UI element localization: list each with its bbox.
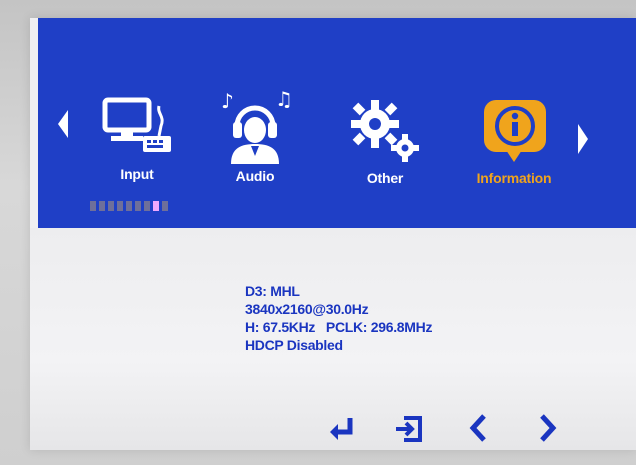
exit-button[interactable] — [394, 412, 426, 444]
scroll-left-arrow-icon[interactable] — [58, 110, 68, 138]
previous-button[interactable] — [464, 412, 496, 444]
page-dot — [162, 201, 168, 211]
computer-keyboard-icon — [102, 97, 171, 152]
tab-other[interactable]: Other — [340, 96, 430, 186]
exit-icon — [396, 416, 422, 442]
headphones-person-icon: ♪ ♫ — [221, 87, 293, 164]
tab-input-label: Input — [120, 166, 154, 182]
osd-menu — [30, 18, 636, 450]
page-indicator — [90, 201, 168, 211]
gears-icon — [351, 100, 419, 162]
chevron-left-icon — [469, 414, 486, 442]
tab-audio[interactable]: ♪ ♫ Audio — [210, 86, 300, 184]
tab-audio-label: Audio — [235, 168, 275, 184]
svg-text:♪: ♪ — [221, 89, 234, 113]
page-dot — [90, 201, 96, 211]
enter-icon — [330, 418, 353, 440]
monitor-screen: Input ♪ ♫ Audio Other Information D3: MH… — [0, 0, 636, 465]
enter-button[interactable] — [326, 412, 358, 444]
info-icon — [484, 100, 546, 162]
hdcp-status-text: HDCP Disabled — [245, 337, 343, 353]
tab-information[interactable]: Information — [468, 96, 560, 186]
next-button[interactable] — [530, 412, 562, 444]
page-dot — [99, 201, 105, 211]
tab-other-label: Other — [366, 170, 404, 186]
frequency-text: H: 67.5KHz PCLK: 296.8MHz — [245, 319, 433, 335]
page-dot-current — [153, 201, 159, 211]
resolution-text: 3840x2160@30.0Hz — [245, 301, 369, 317]
svg-text:♫: ♫ — [275, 87, 293, 111]
page-dot — [135, 201, 141, 211]
signal-info: D3: MHL 3840x2160@30.0Hz H: 67.5KHz PCLK… — [245, 282, 432, 354]
page-dot — [144, 201, 150, 211]
scroll-right-arrow-icon[interactable] — [578, 124, 588, 154]
page-dot — [108, 201, 114, 211]
tab-input[interactable]: Input — [92, 96, 182, 182]
chevron-right-icon — [540, 414, 557, 442]
input-port-text: D3: MHL — [245, 283, 300, 299]
page-dot — [117, 201, 123, 211]
tab-information-label: Information — [476, 170, 552, 186]
page-dot — [126, 201, 132, 211]
